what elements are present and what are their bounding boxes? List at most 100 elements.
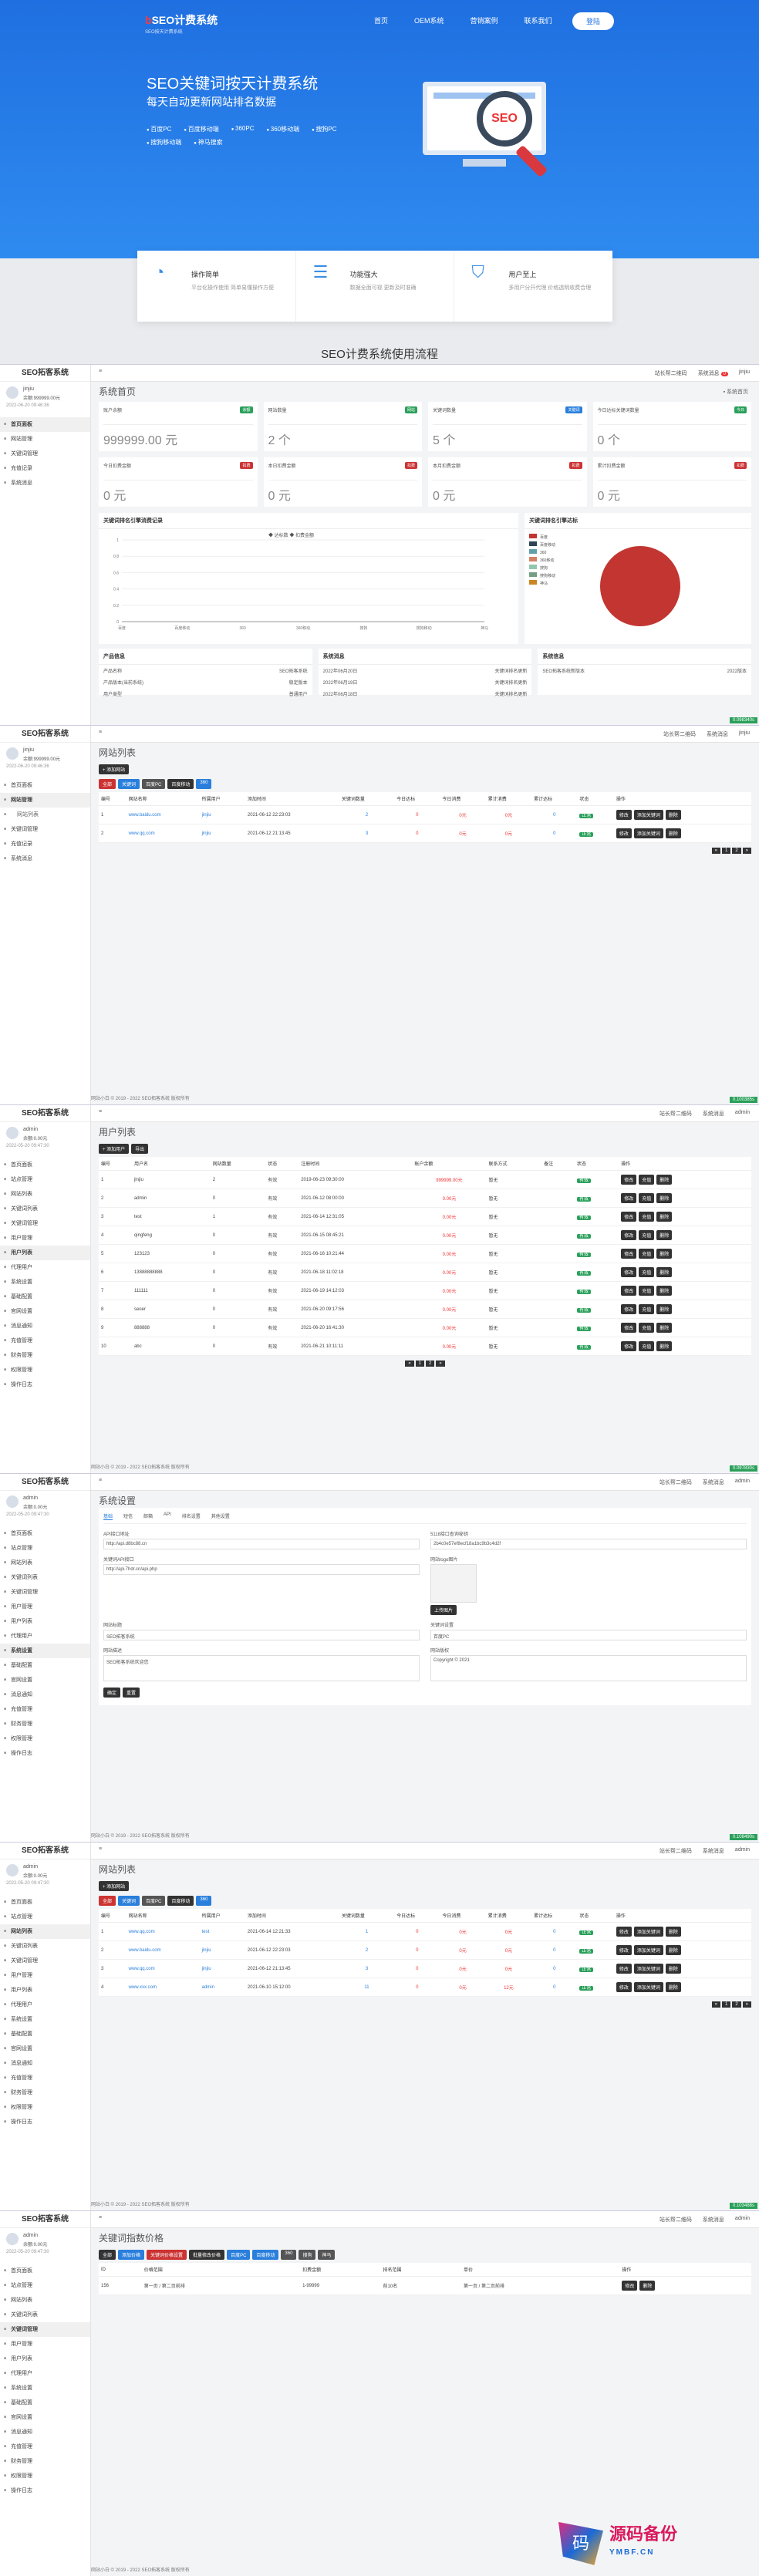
menu-toggle-icon[interactable]: ≡ xyxy=(99,1109,102,1114)
op-button[interactable]: 修改 xyxy=(616,1964,632,1974)
op-button[interactable]: 修改 xyxy=(616,1927,632,1937)
page-button[interactable]: 2 xyxy=(732,848,741,854)
menu-toggle-icon[interactable]: ≡ xyxy=(99,2215,102,2220)
copyright-textarea[interactable]: Copyright © 2021 xyxy=(430,1655,747,1681)
page-button[interactable]: « xyxy=(711,2001,720,2008)
menu-item[interactable]: 站点管理 xyxy=(0,1541,90,1556)
menu-item[interactable]: 基础配置 xyxy=(0,2027,90,2042)
op-button[interactable]: 充值 xyxy=(639,1212,655,1222)
menu-item[interactable]: 操作日志 xyxy=(0,2483,90,2498)
menu-item[interactable]: 网站列表 xyxy=(0,2293,90,2308)
filter-button[interactable]: 全部 xyxy=(99,1896,116,1906)
menu-item[interactable]: 权限管理 xyxy=(0,2100,90,2115)
op-button[interactable]: 删除 xyxy=(656,1323,673,1333)
nav-oem[interactable]: OEM系统 xyxy=(414,15,444,25)
op-button[interactable]: 修改 xyxy=(621,1249,637,1259)
filter-button[interactable]: 全部 xyxy=(99,779,116,789)
menu-item[interactable]: 首页面板 xyxy=(0,778,90,793)
op-button[interactable]: 修改 xyxy=(621,1267,637,1277)
op-button[interactable]: 充值 xyxy=(639,1249,655,1259)
op-button[interactable]: 删除 xyxy=(656,1212,673,1222)
nav-home[interactable]: 首页 xyxy=(374,15,388,25)
menu-item[interactable]: 充值管理 xyxy=(0,1334,90,1348)
logo[interactable]: bSEO计费系统 SEO按天计费系统 xyxy=(145,12,218,35)
menu-item[interactable]: 代理用户 xyxy=(0,1260,90,1275)
menu-toggle-icon[interactable]: ≡ xyxy=(99,1846,102,1852)
menu-item[interactable]: 用户管理 xyxy=(0,2337,90,2352)
op-button[interactable]: 充值 xyxy=(639,1267,655,1277)
menu-item[interactable]: 权限管理 xyxy=(0,1363,90,1377)
menu-item[interactable]: 网站列表 xyxy=(0,1187,90,1202)
add-site-button[interactable]: + 添加网站 xyxy=(99,764,130,774)
op-button[interactable]: 修改 xyxy=(621,1175,637,1185)
filter-button[interactable]: 全部 xyxy=(99,2250,116,2260)
filter-button[interactable]: 搜狗 xyxy=(299,2250,316,2260)
api-url-input[interactable]: http://api.d8bc88.cn xyxy=(103,1539,420,1549)
site-link[interactable]: www.qq.com xyxy=(126,824,200,843)
filter-button[interactable]: 百度移动 xyxy=(167,779,194,789)
op-button[interactable]: 删除 xyxy=(665,1982,681,1992)
menu-item[interactable]: 充值管理 xyxy=(0,2071,90,2085)
export-button[interactable]: 导出 xyxy=(131,1144,149,1154)
op-button[interactable]: 删除 xyxy=(665,1927,681,1937)
op-button[interactable]: 修改 xyxy=(621,1304,637,1314)
op-button[interactable]: 添加关键词 xyxy=(633,1945,663,1955)
op-button[interactable]: 删除 xyxy=(656,1175,673,1185)
menu-item[interactable]: 操作日志 xyxy=(0,1377,90,1392)
menu-item[interactable]: 关键词列表 xyxy=(0,2308,90,2322)
menu-item[interactable]: 系统设置 xyxy=(0,1275,90,1290)
menu-item[interactable]: 用户列表 xyxy=(0,2352,90,2366)
op-button[interactable]: 充值 xyxy=(639,1175,655,1185)
menu-item[interactable]: 首页面板 xyxy=(0,2264,90,2278)
settings-tab[interactable]: 其他设置 xyxy=(211,1512,230,1520)
menu-item[interactable]: 关键词管理 xyxy=(0,447,90,461)
menu-item[interactable]: 首页面板 xyxy=(0,1158,90,1172)
menu-item[interactable]: 财务管理 xyxy=(0,1348,90,1363)
menu-item[interactable]: 消息通知 xyxy=(0,2056,90,2071)
op-button[interactable]: 充值 xyxy=(639,1341,655,1351)
op-button[interactable]: 添加关键词 xyxy=(633,1927,663,1937)
menu-item[interactable]: 关键词管理 xyxy=(0,1216,90,1231)
op-button[interactable]: 添加关键词 xyxy=(633,828,663,838)
nav-contact[interactable]: 联系我们 xyxy=(525,15,552,25)
filter-button[interactable]: 关键词 xyxy=(118,1896,140,1906)
op-button[interactable]: 删除 xyxy=(665,1945,681,1955)
filter-button[interactable]: 百度PC xyxy=(227,2250,251,2260)
menu-item[interactable]: 代理用户 xyxy=(0,2366,90,2381)
menu-item[interactable]: 官网设置 xyxy=(0,2410,90,2425)
menu-item[interactable]: 充值记录 xyxy=(0,837,90,851)
user-link[interactable]: test xyxy=(199,1922,245,1941)
page-button[interactable]: » xyxy=(742,2001,751,2008)
filter-button[interactable]: 百度移动 xyxy=(167,1896,194,1906)
op-button[interactable]: 删除 xyxy=(665,810,681,820)
menu-item[interactable]: 充值管理 xyxy=(0,2439,90,2454)
menu-item[interactable]: 系统设置 xyxy=(0,2381,90,2396)
site-link[interactable]: www.xxx.com xyxy=(126,1978,200,1997)
menu-item[interactable]: 关键词管理 xyxy=(0,1954,90,1968)
login-button[interactable]: 登陆 xyxy=(572,12,615,30)
menu-item[interactable]: 用户列表 xyxy=(0,1983,90,1998)
menu-toggle-icon[interactable]: ≡ xyxy=(99,1478,102,1483)
add-site-button[interactable]: + 添加网站 xyxy=(99,1881,130,1891)
op-button[interactable]: 删除 xyxy=(656,1193,673,1203)
op-button[interactable]: 删除 xyxy=(656,1304,673,1314)
op-button[interactable]: 修改 xyxy=(621,1286,637,1296)
menu-item[interactable]: 站点管理 xyxy=(0,2278,90,2293)
page-button[interactable]: « xyxy=(711,848,720,854)
filter-button[interactable]: 神马 xyxy=(318,2250,336,2260)
filter-button[interactable]: 360 xyxy=(196,779,212,789)
op-button[interactable]: 充值 xyxy=(639,1230,655,1240)
menu-item[interactable]: 财务管理 xyxy=(0,2085,90,2100)
op-button[interactable]: 添加关键词 xyxy=(633,1982,663,1992)
menu-item[interactable]: 关键词列表 xyxy=(0,1939,90,1954)
keyword-api-input[interactable]: http://api.7hdr.cn/api.php xyxy=(103,1564,420,1575)
filter-button[interactable]: 关键词价格设置 xyxy=(147,2250,187,2260)
menu-item[interactable]: 用户管理 xyxy=(0,1968,90,1983)
menu-item[interactable]: 基础配置 xyxy=(0,2396,90,2410)
user-link[interactable]: jinjiu xyxy=(199,824,245,843)
menu-item[interactable]: 充值管理 xyxy=(0,1702,90,1717)
menu-item[interactable]: 关键词管理 xyxy=(0,2322,90,2337)
op-button[interactable]: 修改 xyxy=(621,1193,637,1203)
menu-item[interactable]: 首页面板 xyxy=(0,1526,90,1541)
user-link[interactable]: jinjiu xyxy=(199,1959,245,1978)
